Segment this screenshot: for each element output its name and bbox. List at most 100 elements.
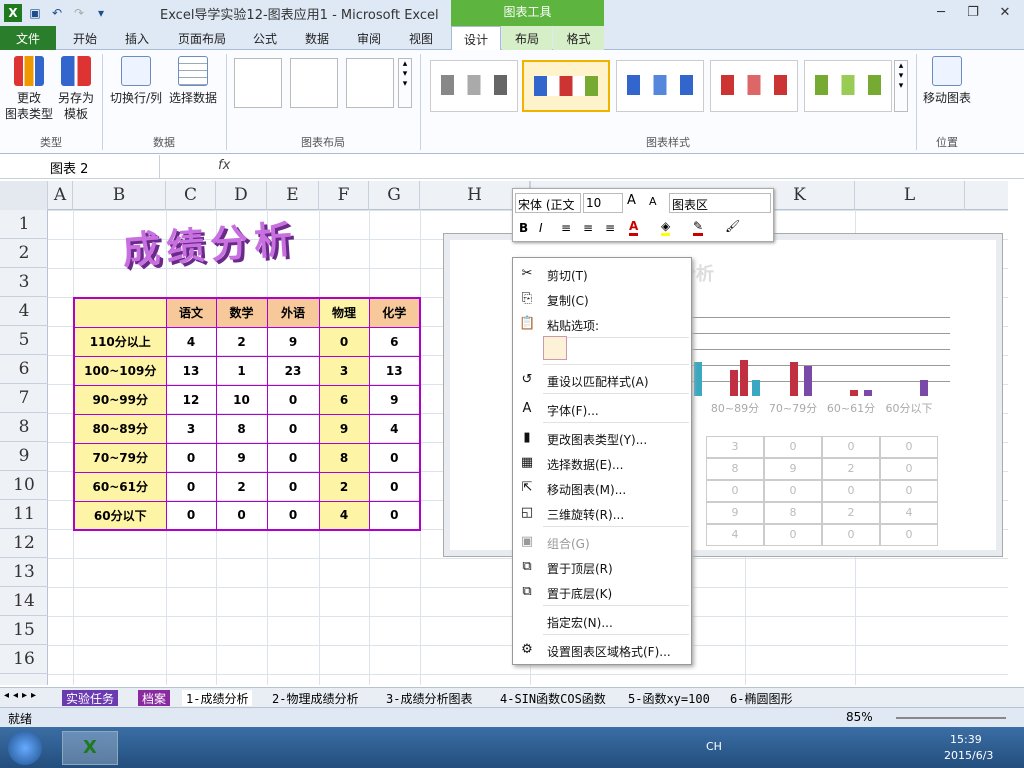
font-color-icon[interactable]: A (629, 219, 639, 236)
col-header[interactable]: A (48, 181, 73, 210)
score-cell[interactable]: 0 (266, 384, 320, 415)
tab-format[interactable]: 格式 (553, 26, 604, 50)
move-chart-button[interactable]: 移动图表 (920, 56, 974, 106)
language-indicator[interactable]: CH (706, 740, 722, 753)
score-cell[interactable]: 3 (318, 355, 370, 386)
sheet-tab[interactable]: 4-SIN函数COS函数 (496, 690, 610, 706)
col-header[interactable]: G (369, 181, 420, 210)
score-cell[interactable]: 10 (215, 384, 268, 415)
row-header[interactable]: 12 (0, 529, 48, 558)
score-cell[interactable]: 9 (368, 384, 421, 415)
row-label[interactable]: 80~89分 (73, 413, 167, 444)
score-cell[interactable]: 1 (215, 355, 268, 386)
zoom-level[interactable]: 85% (846, 710, 873, 724)
score-cell[interactable]: 6 (318, 384, 370, 415)
chart-style-blue[interactable] (616, 60, 704, 112)
score-cell[interactable]: 0 (368, 442, 421, 473)
save-template-button[interactable]: 另存为 模板 (56, 56, 96, 122)
tab-formulas[interactable]: 公式 (242, 26, 288, 50)
tab-data[interactable]: 数据 (292, 26, 342, 50)
chart-element-box[interactable]: 图表区 (669, 193, 771, 213)
row-header[interactable]: 13 (0, 558, 48, 587)
start-button[interactable] (8, 731, 42, 765)
menu-item[interactable]: ▣ 组合(G) (513, 530, 691, 554)
row-header[interactable]: 11 (0, 500, 48, 529)
tab-layout[interactable]: 布局 (502, 26, 552, 50)
menu-item[interactable]: A 字体(F)... (513, 397, 691, 421)
fill-color-icon[interactable]: ◈ (661, 219, 671, 236)
row-header[interactable]: 8 (0, 413, 48, 442)
grow-font-icon[interactable]: A (627, 193, 636, 208)
menu-item[interactable]: ⧉ 置于底层(K) (513, 580, 691, 604)
excel-logo-icon[interactable]: X (4, 4, 22, 22)
row-label[interactable]: 100~109分 (73, 355, 167, 386)
font-name-box[interactable]: 宋体 (正文 (515, 193, 581, 213)
score-cell[interactable]: 8 (318, 442, 370, 473)
header-cell[interactable]: 外语 (266, 297, 320, 328)
score-cell[interactable]: 2 (215, 326, 268, 357)
change-chart-type-button[interactable]: 更改 图表类型 (4, 56, 54, 122)
sheet-tab[interactable]: 1-成绩分析 (182, 690, 253, 706)
score-cell[interactable]: 4 (318, 500, 370, 531)
score-cell[interactable]: 4 (165, 326, 217, 357)
chart-style-multicolor[interactable] (522, 60, 610, 112)
score-cell[interactable]: 0 (266, 500, 320, 531)
zoom-slider[interactable] (896, 717, 1006, 719)
tab-insert[interactable]: 插入 (112, 26, 162, 50)
format-painter-icon[interactable]: 🖌 (725, 219, 740, 233)
sheet-tab[interactable]: 2-物理成绩分析 (268, 690, 363, 706)
name-box[interactable]: 图表 2 (0, 155, 160, 178)
score-cell[interactable]: 0 (165, 500, 217, 531)
score-cell[interactable]: 4 (368, 413, 421, 444)
score-cell[interactable]: 9 (215, 442, 268, 473)
menu-item[interactable]: ⇱ 移动图表(M)... (513, 476, 691, 500)
col-header[interactable]: E (267, 181, 319, 210)
score-cell[interactable]: 13 (368, 355, 421, 386)
col-header[interactable]: B (73, 181, 166, 210)
score-cell[interactable]: 12 (165, 384, 217, 415)
tab-design[interactable]: 设计 (451, 26, 501, 51)
menu-item[interactable]: ✂ 剪切(T) (513, 262, 691, 286)
close-button[interactable]: ✕ (990, 2, 1020, 22)
tab-review[interactable]: 审阅 (344, 26, 394, 50)
sheet-tab[interactable]: 6-椭圆图形 (726, 690, 797, 706)
score-cell[interactable]: 0 (318, 326, 370, 357)
layout-gallery-scroll[interactable]: ▴ ▾ ▾ (398, 58, 412, 108)
col-header[interactable]: C (166, 181, 216, 210)
chart-layout-1[interactable] (234, 58, 282, 108)
row-label[interactable]: 60分以下 (73, 500, 167, 531)
row-header[interactable]: 6 (0, 355, 48, 384)
score-cell[interactable]: 3 (165, 413, 217, 444)
fx-icon[interactable]: fx (218, 158, 230, 173)
menu-item[interactable]: ◱ 三维旋转(R)... (513, 501, 691, 525)
score-cell[interactable]: 9 (318, 413, 370, 444)
sheet-tab[interactable]: 3-成绩分析图表 (382, 690, 477, 706)
chart-style-gray[interactable] (430, 60, 518, 112)
header-cell[interactable]: 语文 (165, 297, 217, 328)
score-cell[interactable]: 0 (266, 471, 320, 502)
tab-file[interactable]: 文件 (0, 26, 56, 50)
sheet-tab[interactable]: 档案 (138, 690, 171, 706)
score-cell[interactable]: 9 (266, 326, 320, 357)
header-cell[interactable]: 化学 (368, 297, 421, 328)
tab-view[interactable]: 视图 (396, 26, 446, 50)
excel-taskbar-icon[interactable]: X (62, 731, 118, 765)
score-cell[interactable]: 2 (318, 471, 370, 502)
header-cell[interactable]: 数学 (215, 297, 268, 328)
select-data-button[interactable]: 选择数据 (166, 56, 220, 106)
menu-item[interactable]: ⎘ 复制(C) (513, 287, 691, 311)
save-icon[interactable]: ▣ (26, 4, 44, 22)
score-cell[interactable]: 0 (215, 500, 268, 531)
sheet-tab[interactable]: 5-函数xy=100 (624, 690, 714, 706)
minimize-button[interactable]: ─ (926, 2, 956, 22)
tab-page-layout[interactable]: 页面布局 (166, 26, 238, 50)
col-header[interactable]: D (216, 181, 267, 210)
row-label[interactable]: 70~79分 (73, 442, 167, 473)
bold-icon[interactable]: B (519, 221, 528, 235)
chart-style-red[interactable] (710, 60, 798, 112)
row-label[interactable]: 90~99分 (73, 384, 167, 415)
clock-date[interactable]: 2015/6/3 (944, 749, 993, 762)
col-header[interactable]: L (855, 181, 965, 210)
score-cell[interactable]: 0 (266, 413, 320, 444)
score-cell[interactable]: 13 (165, 355, 217, 386)
